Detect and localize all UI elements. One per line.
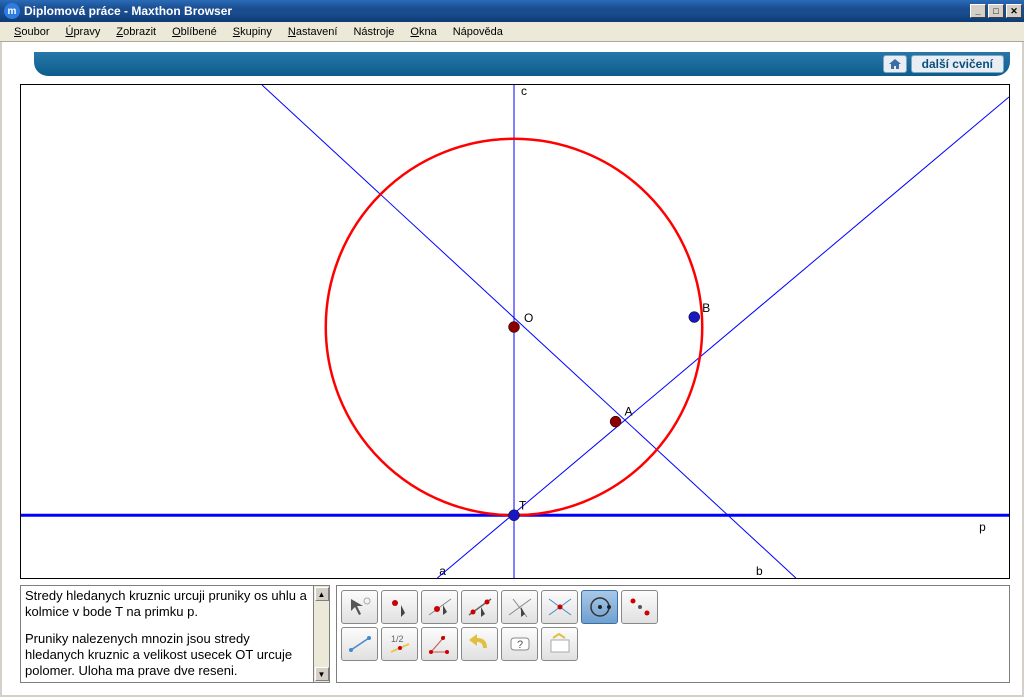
tool-intersect[interactable] <box>541 590 578 624</box>
tool-circle[interactable] <box>581 590 618 624</box>
app-icon: m <box>4 3 20 19</box>
geometry-svg: p c a b O T A B <box>21 85 1009 578</box>
midpoint-icon: 1/2 <box>387 632 413 656</box>
menu-okna[interactable]: Okna <box>402 24 444 40</box>
tool-segment[interactable] <box>341 627 378 661</box>
info-textbox: Stredy hledanych kruznic urcuji pruniky … <box>20 585 314 683</box>
label-A: A <box>625 405 633 419</box>
scroll-up-button[interactable]: ▲ <box>315 587 329 601</box>
info-line2: Pruniky nalezenych mnozin jsou stredy hl… <box>25 631 309 680</box>
point-T <box>509 510 520 521</box>
close-button[interactable]: ✕ <box>1006 4 1022 18</box>
label-p: p <box>979 520 986 534</box>
window-title: Diplomová práce - Maxthon Browser <box>24 4 232 18</box>
home-icon <box>888 58 902 70</box>
undo-icon <box>467 632 493 656</box>
point-B <box>689 312 700 323</box>
menu-zobrazit[interactable]: Zobrazit <box>108 24 164 40</box>
tool-point-on-object[interactable] <box>421 590 458 624</box>
titlebar: m Diplomová práce - Maxthon Browser _ □ … <box>0 0 1024 22</box>
menu-soubor[interactable]: Soubor <box>6 24 57 40</box>
minimize-button[interactable]: _ <box>970 4 986 18</box>
label-b: b <box>756 564 763 578</box>
perp-icon <box>507 595 533 619</box>
label-T: T <box>519 498 527 512</box>
label-B: B <box>702 301 710 315</box>
tool-undo[interactable] <box>461 627 498 661</box>
segment-icon <box>347 632 373 656</box>
move-icon <box>347 595 373 619</box>
bottom-row: Stredy hledanych kruznic urcuji pruniky … <box>20 585 1010 683</box>
menu-skupiny[interactable]: Skupiny <box>225 24 280 40</box>
point-A <box>610 416 621 427</box>
point-icon <box>387 595 413 619</box>
tool-point[interactable] <box>381 590 418 624</box>
info-panel: Stredy hledanych kruznic urcuji pruniky … <box>20 585 330 683</box>
menu-napoveda[interactable]: Nápověda <box>445 24 511 40</box>
intersect-icon <box>547 595 573 619</box>
menubar: Soubor Úpravy Zobrazit Oblíbené Skupiny … <box>0 22 1024 42</box>
reflect-icon <box>627 595 653 619</box>
label-c: c <box>521 85 527 98</box>
tool-midpoint[interactable]: 1/2 <box>381 627 418 661</box>
home-button[interactable] <box>883 55 907 73</box>
menu-nastaveni[interactable]: Nastavení <box>280 24 346 40</box>
help-icon: ? <box>507 632 533 656</box>
point-O <box>509 322 520 333</box>
menu-upravy[interactable]: Úpravy <box>57 24 108 40</box>
next-exercise-button[interactable]: další cvičení <box>911 55 1004 73</box>
tool-move[interactable] <box>341 590 378 624</box>
svg-text:1/2: 1/2 <box>391 634 404 644</box>
info-line1: Stredy hledanych kruznic urcuji pruniky … <box>25 588 309 621</box>
info-scrollbar[interactable]: ▲ ▼ <box>314 585 330 683</box>
page-content: další cvičení p c a b O <box>0 42 1024 697</box>
circle-icon <box>587 595 613 619</box>
menu-oblibene[interactable]: Oblíbené <box>164 24 225 40</box>
tool-help[interactable]: ? <box>501 627 538 661</box>
tool-angle[interactable] <box>421 627 458 661</box>
line-a <box>262 85 796 578</box>
menu-nastroje[interactable]: Nástroje <box>345 24 402 40</box>
label-O: O <box>524 311 533 325</box>
clear-icon <box>547 632 573 656</box>
geometry-canvas[interactable]: p c a b O T A B <box>20 84 1010 579</box>
tool-perpendicular[interactable] <box>501 590 538 624</box>
tool-reflect[interactable] <box>621 590 658 624</box>
point-on-icon <box>427 595 453 619</box>
angle-icon <box>427 632 453 656</box>
scroll-down-button[interactable]: ▼ <box>315 667 329 681</box>
top-nav-strip: další cvičení <box>34 52 1010 76</box>
maximize-button[interactable]: □ <box>988 4 1004 18</box>
line-icon <box>467 595 493 619</box>
tool-clear[interactable] <box>541 627 578 661</box>
tool-panel: 1/2 ? <box>336 585 1010 683</box>
svg-text:?: ? <box>517 639 523 651</box>
tool-line[interactable] <box>461 590 498 624</box>
